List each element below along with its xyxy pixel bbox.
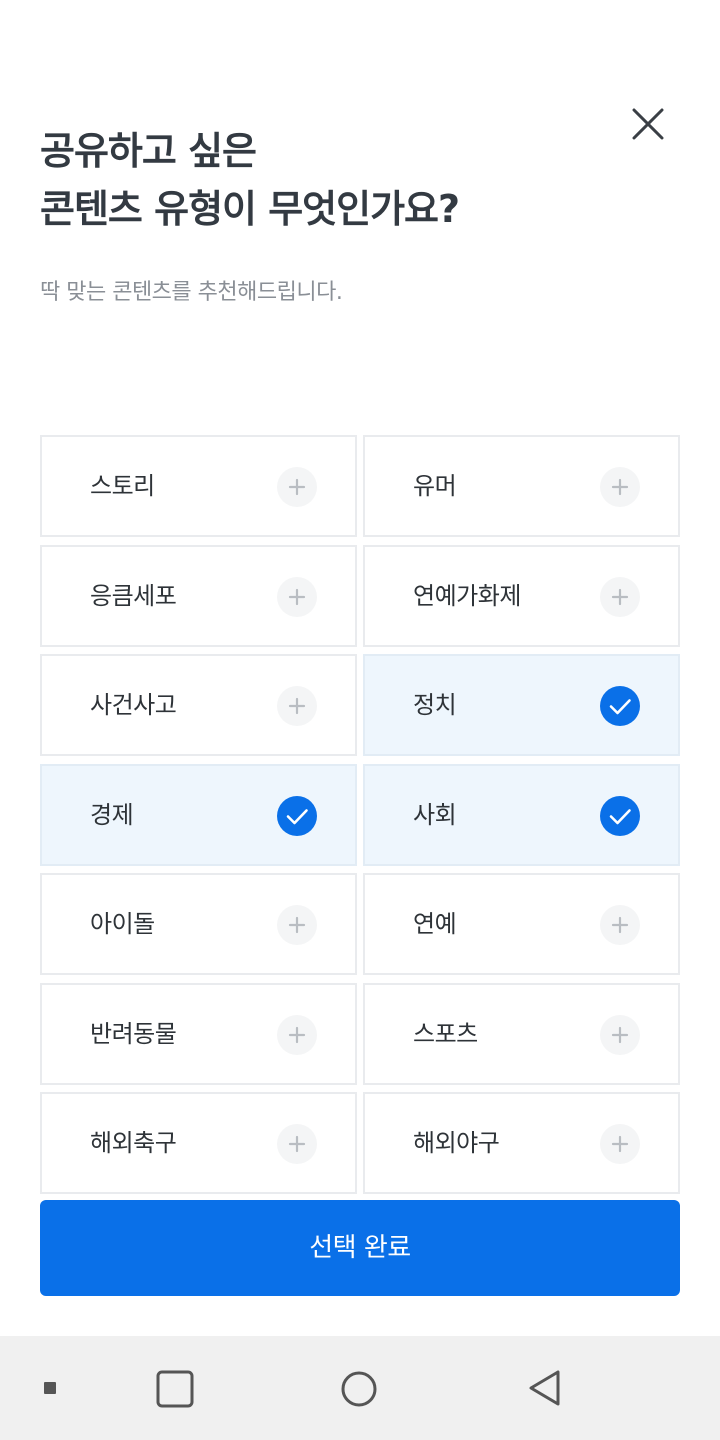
- category-card[interactable]: 연예가화제: [363, 545, 680, 647]
- category-label: 해외야구: [413, 1129, 500, 1157]
- category-label: 사건사고: [90, 691, 177, 719]
- category-card[interactable]: 응큼세포: [40, 545, 357, 647]
- back-icon: [529, 1370, 560, 1406]
- plus-icon: [277, 1015, 317, 1055]
- category-card[interactable]: 정치: [363, 654, 680, 756]
- category-label: 정치: [413, 691, 457, 719]
- back-button[interactable]: [526, 1368, 564, 1408]
- category-label: 스포츠: [413, 1020, 478, 1048]
- system-navigation-bar: [0, 1336, 720, 1440]
- square-dot-icon: [44, 1382, 56, 1394]
- page-title: 공유하고 싶은 콘텐츠 유형이 무엇인가요?: [40, 122, 600, 238]
- check-icon: [277, 796, 317, 836]
- plus-icon: [600, 1124, 640, 1164]
- home-icon: [341, 1371, 377, 1407]
- close-button[interactable]: [626, 102, 670, 146]
- complete-selection-button[interactable]: 선택 완료: [40, 1200, 680, 1296]
- category-card[interactable]: 반려동물: [40, 983, 357, 1085]
- check-icon: [600, 686, 640, 726]
- plus-icon: [277, 467, 317, 507]
- plus-icon: [600, 577, 640, 617]
- category-label: 유머: [413, 472, 457, 500]
- category-card[interactable]: 유머: [363, 435, 680, 537]
- category-card[interactable]: 해외야구: [363, 1092, 680, 1194]
- plus-icon: [600, 1015, 640, 1055]
- category-card[interactable]: 아이돌: [40, 873, 357, 975]
- category-label: 경제: [90, 801, 134, 829]
- title-line-1: 공유하고 싶은: [40, 129, 257, 173]
- close-icon: [632, 108, 664, 140]
- plus-icon: [277, 686, 317, 726]
- plus-icon: [277, 1124, 317, 1164]
- category-card[interactable]: 연예: [363, 873, 680, 975]
- category-card[interactable]: 해외축구: [40, 1092, 357, 1194]
- category-label: 반려동물: [90, 1020, 177, 1048]
- category-label: 스토리: [90, 472, 155, 500]
- menu-dot-button[interactable]: [44, 1382, 56, 1394]
- page-subtitle: 딱 맞는 콘텐츠를 추천해드립니다.: [40, 280, 343, 305]
- category-label: 응큼세포: [90, 582, 177, 610]
- plus-icon: [277, 577, 317, 617]
- category-label: 연예: [413, 910, 457, 938]
- plus-icon: [277, 905, 317, 945]
- plus-icon: [600, 467, 640, 507]
- check-icon: [600, 796, 640, 836]
- category-label: 해외축구: [90, 1129, 177, 1157]
- plus-icon: [600, 905, 640, 945]
- category-label: 연예가화제: [413, 582, 521, 610]
- category-card[interactable]: 사회: [363, 764, 680, 866]
- category-card[interactable]: 사건사고: [40, 654, 357, 756]
- category-label: 사회: [413, 801, 457, 829]
- title-line-2: 콘텐츠 유형이 무엇인가요?: [40, 187, 460, 231]
- recent-apps-button[interactable]: [156, 1370, 194, 1408]
- category-card[interactable]: 스토리: [40, 435, 357, 537]
- recent-apps-icon: [156, 1370, 194, 1408]
- home-button[interactable]: [340, 1370, 378, 1408]
- category-label: 아이돌: [90, 910, 155, 938]
- category-card[interactable]: 스포츠: [363, 983, 680, 1085]
- category-card[interactable]: 경제: [40, 764, 357, 866]
